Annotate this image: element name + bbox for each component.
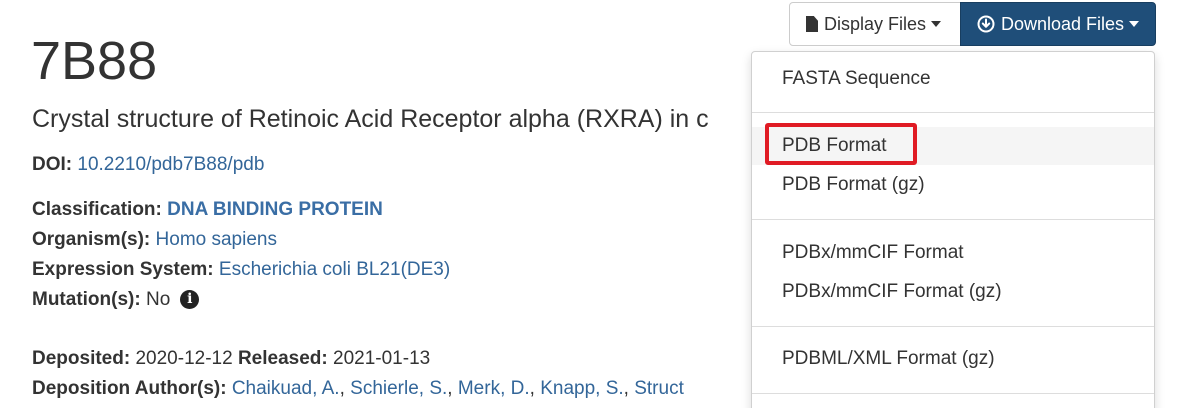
deposited-value: 2020-12-12 xyxy=(135,348,233,369)
released-value: 2021-01-13 xyxy=(333,348,431,369)
menu-item-pdb-format-gz[interactable]: PDB Format (gz) xyxy=(752,166,1154,204)
info-circle-icon[interactable]: i xyxy=(180,290,200,309)
expression-system-line: Expression System: Escherichia coli BL21… xyxy=(32,257,450,283)
menu-divider xyxy=(752,326,1154,327)
classification-line: Classification: DNA BINDING PROTEIN xyxy=(32,197,383,223)
display-files-label: Display Files xyxy=(824,14,927,34)
mutation-line: Mutation(s): No i xyxy=(32,287,200,313)
entry-title: Crystal structure of Retinoic Acid Recep… xyxy=(32,105,709,133)
entry-id-heading: 7B88 xyxy=(31,31,158,91)
display-files-button[interactable]: Display Files xyxy=(789,2,961,46)
dates-line: Deposited: 2020-12-12 Released: 2021-01-… xyxy=(32,346,430,372)
doi-line: DOI: 10.2210/pdb7B88/pdb xyxy=(32,152,264,178)
authors-line: Deposition Author(s): Chaikuad, A., Schi… xyxy=(32,378,684,399)
menu-item-fasta-sequence[interactable]: FASTA Sequence xyxy=(752,60,1154,98)
menu-item-pdbx-mmcif-format[interactable]: PDBx/mmCIF Format xyxy=(752,234,1154,272)
menu-divider xyxy=(752,393,1154,394)
doi-link[interactable]: 10.2210/pdb7B88/pdb xyxy=(77,154,264,175)
author-link[interactable]: Struct xyxy=(634,378,684,399)
doi-label: DOI: xyxy=(32,154,73,175)
classification-link[interactable]: DNA BINDING PROTEIN xyxy=(167,199,383,220)
caret-down-icon xyxy=(1129,21,1140,27)
download-files-label: Download Files xyxy=(1001,14,1125,34)
author-link[interactable]: Schierle, S. xyxy=(350,378,447,399)
circle-arrow-down-icon xyxy=(977,15,995,33)
menu-divider xyxy=(752,219,1154,220)
author-link[interactable]: Knapp, S. xyxy=(540,378,623,399)
expression-system-label: Expression System: xyxy=(32,259,214,280)
menu-divider xyxy=(752,112,1154,113)
mutation-label: Mutation(s): xyxy=(32,289,141,310)
structure-summary-page: 7B88 Crystal structure of Retinoic Acid … xyxy=(0,0,1203,408)
authors-label: Deposition Author(s): xyxy=(32,378,227,399)
expression-system-link[interactable]: Escherichia coli BL21(DE3) xyxy=(219,259,450,280)
author-link[interactable]: Merk, D. xyxy=(458,378,530,399)
released-label: Released: xyxy=(237,348,328,369)
classification-label: Classification: xyxy=(32,199,162,220)
download-files-button[interactable]: Download Files xyxy=(960,2,1156,46)
download-files-menu: FASTA Sequence PDB Format PDB Format (gz… xyxy=(751,51,1155,408)
author-link[interactable]: Chaikuad, A. xyxy=(232,378,340,399)
organism-line: Organism(s): Homo sapiens xyxy=(32,227,277,253)
organism-label: Organism(s): xyxy=(32,229,151,250)
menu-item-pdb-format[interactable]: PDB Format xyxy=(752,127,1154,165)
organism-link[interactable]: Homo sapiens xyxy=(156,229,277,250)
deposited-label: Deposited: xyxy=(32,348,131,369)
menu-item-pdbx-mmcif-format-gz[interactable]: PDBx/mmCIF Format (gz) xyxy=(752,273,1154,311)
file-icon xyxy=(806,16,818,32)
mutation-value: No xyxy=(145,289,171,310)
menu-item-pdbml-xml-format-gz[interactable]: PDBML/XML Format (gz) xyxy=(752,340,1154,378)
caret-down-icon xyxy=(931,21,942,27)
